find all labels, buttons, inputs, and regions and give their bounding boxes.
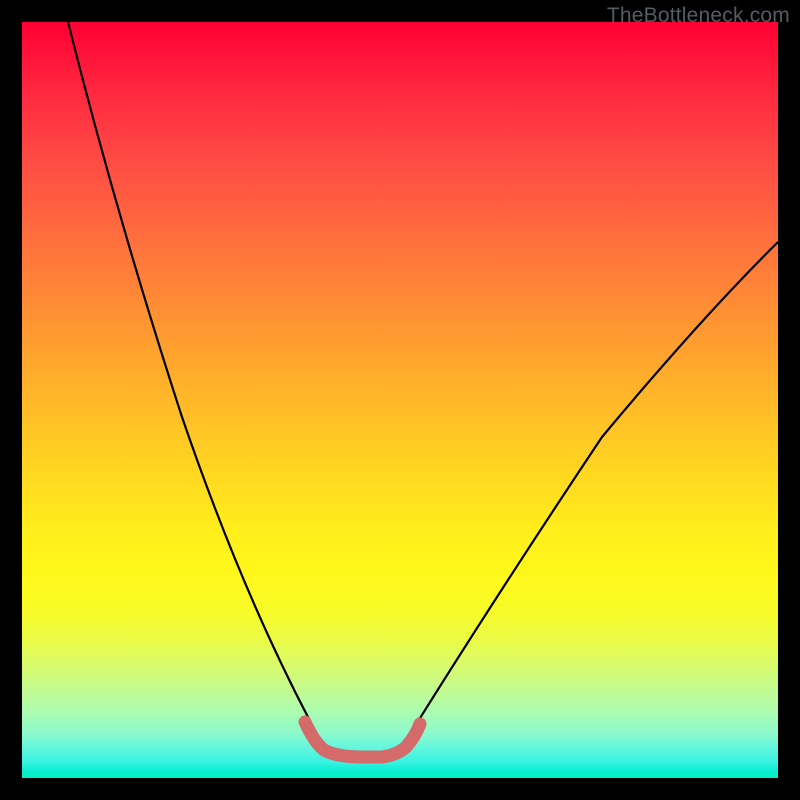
curve-bottom-link <box>305 722 420 757</box>
curve-left <box>68 22 324 747</box>
watermark-text: TheBottleneck.com <box>607 4 790 28</box>
chart-frame: TheBottleneck.com <box>0 0 800 800</box>
curve-layer <box>22 22 778 778</box>
curve-right <box>402 242 778 747</box>
plot-area <box>22 22 778 778</box>
